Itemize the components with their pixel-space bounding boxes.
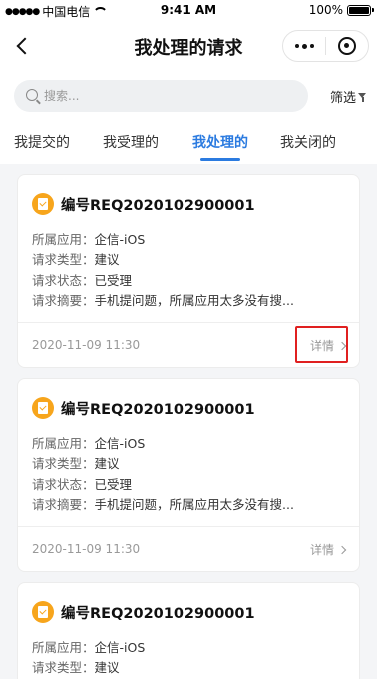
field-summary: 请求摘要：手机提问题，所属应用太多没有搜... xyxy=(32,496,294,512)
card-header: 编号REQ2020102900001 xyxy=(32,601,255,623)
search-box[interactable] xyxy=(14,80,308,112)
card-header: 编号REQ2020102900001 xyxy=(32,193,255,215)
field-type: 请求类型：建议 xyxy=(32,660,120,676)
card-title: 编号REQ2020102900001 xyxy=(61,197,255,214)
tab-accepted[interactable]: 我受理的 xyxy=(103,132,159,152)
search-input[interactable] xyxy=(44,80,294,112)
status-bar: ●●●●● 中国电信 9:41 AM 100% xyxy=(0,0,377,22)
search-icon xyxy=(26,89,38,101)
field-app: 所属应用：企信-iOS xyxy=(32,436,146,451)
card-date: 2020-11-09 11:30 xyxy=(32,542,141,556)
field-app: 所属应用：企信-iOS xyxy=(32,232,146,247)
close-circle-icon[interactable] xyxy=(326,31,368,61)
field-status: 请求状态：已受理 xyxy=(32,476,133,492)
chevron-right-icon xyxy=(337,341,347,350)
card-fields: 所属应用：企信-iOS 请求类型：建议 请求状态：已受理 请求摘要：手机提问题，… xyxy=(32,434,294,515)
request-card[interactable]: 编号REQ2020102900001 所属应用：企信-iOS 请求类型：建议 xyxy=(17,582,360,679)
field-type: 请求类型：建议 xyxy=(32,456,120,472)
card-header: 编号REQ2020102900001 xyxy=(32,397,255,419)
filter-label: 筛选 xyxy=(329,91,356,106)
mini-program-capsule xyxy=(282,30,369,62)
tab-submitted[interactable]: 我提交的 xyxy=(14,132,70,152)
battery-icon xyxy=(347,4,374,16)
details-label: 详情 xyxy=(309,543,334,557)
status-right: 100% xyxy=(308,3,374,17)
clipboard-check-icon xyxy=(32,193,54,215)
field-summary: 请求摘要：手机提问题，所属应用太多没有搜... xyxy=(32,292,294,308)
card-divider xyxy=(18,526,359,527)
tab-bar: 我提交的 我受理的 我处理的 我关闭的 xyxy=(0,122,377,164)
clipboard-check-icon xyxy=(32,601,54,623)
card-fields: 所属应用：企信-iOS 请求类型：建议 xyxy=(32,638,145,679)
more-dots-icon[interactable] xyxy=(283,31,325,61)
funnel-icon xyxy=(358,92,367,102)
search-bar: 筛选 xyxy=(0,70,377,122)
nav-bar: 我处理的请求 xyxy=(0,22,377,70)
tab-closed[interactable]: 我关闭的 xyxy=(280,132,336,152)
details-link[interactable]: 详情 xyxy=(309,541,347,558)
field-app: 所属应用：企信-iOS xyxy=(32,640,146,655)
tab-active-indicator xyxy=(200,158,240,161)
card-title: 编号REQ2020102900001 xyxy=(61,401,255,418)
details-link[interactable]: 详情 xyxy=(309,337,347,354)
card-divider xyxy=(18,322,359,323)
back-arrow-icon[interactable] xyxy=(12,34,36,58)
clipboard-check-icon xyxy=(32,397,54,419)
card-fields: 所属应用：企信-iOS 请求类型：建议 请求状态：已受理 请求摘要：手机提问题，… xyxy=(32,230,294,311)
tab-handled[interactable]: 我处理的 xyxy=(192,132,248,152)
request-card[interactable]: 编号REQ2020102900001 所属应用：企信-iOS 请求类型：建议 请… xyxy=(17,378,360,572)
details-label: 详情 xyxy=(309,339,334,353)
field-type: 请求类型：建议 xyxy=(32,252,120,268)
field-status: 请求状态：已受理 xyxy=(32,272,133,288)
request-card[interactable]: 编号REQ2020102900001 所属应用：企信-iOS 请求类型：建议 请… xyxy=(17,174,360,368)
card-title: 编号REQ2020102900001 xyxy=(61,605,255,622)
filter-button[interactable]: 筛选 xyxy=(330,87,367,106)
card-date: 2020-11-09 11:30 xyxy=(32,338,141,352)
chevron-right-icon xyxy=(337,545,347,554)
battery-label: 100% xyxy=(308,3,343,17)
